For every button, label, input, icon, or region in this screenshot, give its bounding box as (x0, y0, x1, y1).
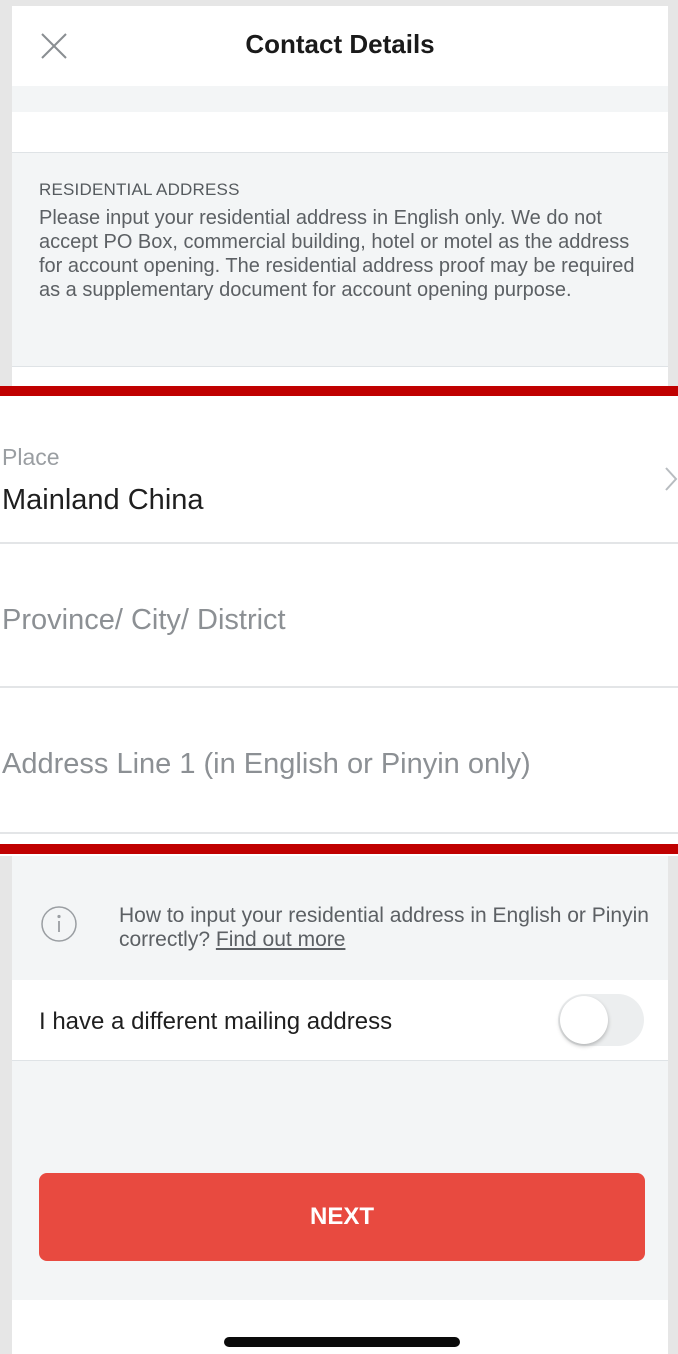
highlight-border-bottom (0, 844, 678, 854)
address-fields-panel: Place Mainland China Province/ City/ Dis… (0, 386, 678, 856)
home-area (12, 1300, 668, 1354)
highlight-border-top (0, 386, 678, 396)
page-title: Contact Details (245, 29, 435, 59)
mailing-address-row: I have a different mailing address (12, 980, 668, 1061)
find-out-more-link[interactable]: Find out more (216, 928, 346, 951)
place-value: Mainland China (2, 484, 204, 516)
section-divider (12, 112, 668, 153)
mailing-address-label: I have a different mailing address (39, 1008, 393, 1035)
residential-address-notice: RESIDENTIAL ADDRESS Please input your re… (39, 180, 649, 302)
info-message: How to input your residential address in… (119, 904, 649, 951)
info-icon (41, 906, 77, 942)
province-placeholder: Province/ City/ District (2, 604, 286, 636)
home-indicator (224, 1337, 460, 1347)
address-line-1-placeholder: Address Line 1 (in English or Pinyin onl… (2, 748, 531, 780)
address-line-1-field[interactable]: Address Line 1 (in English or Pinyin onl… (0, 688, 678, 834)
section-heading: RESIDENTIAL ADDRESS (39, 180, 240, 199)
place-selector[interactable]: Place Mainland China (0, 396, 678, 544)
next-button[interactable]: NEXT (39, 1173, 645, 1261)
chevron-right-icon (665, 467, 678, 491)
province-city-district-field[interactable]: Province/ City/ District (0, 544, 678, 688)
mailing-address-toggle[interactable] (558, 994, 644, 1046)
info-row: How to input your residential address in… (39, 904, 649, 964)
toggle-knob (560, 996, 608, 1044)
place-label: Place (2, 444, 60, 470)
notice-text: Please input your residential address in… (39, 207, 635, 301)
navigation-bar: Contact Details (12, 6, 668, 86)
info-text: How to input your residential address in… (119, 904, 649, 952)
